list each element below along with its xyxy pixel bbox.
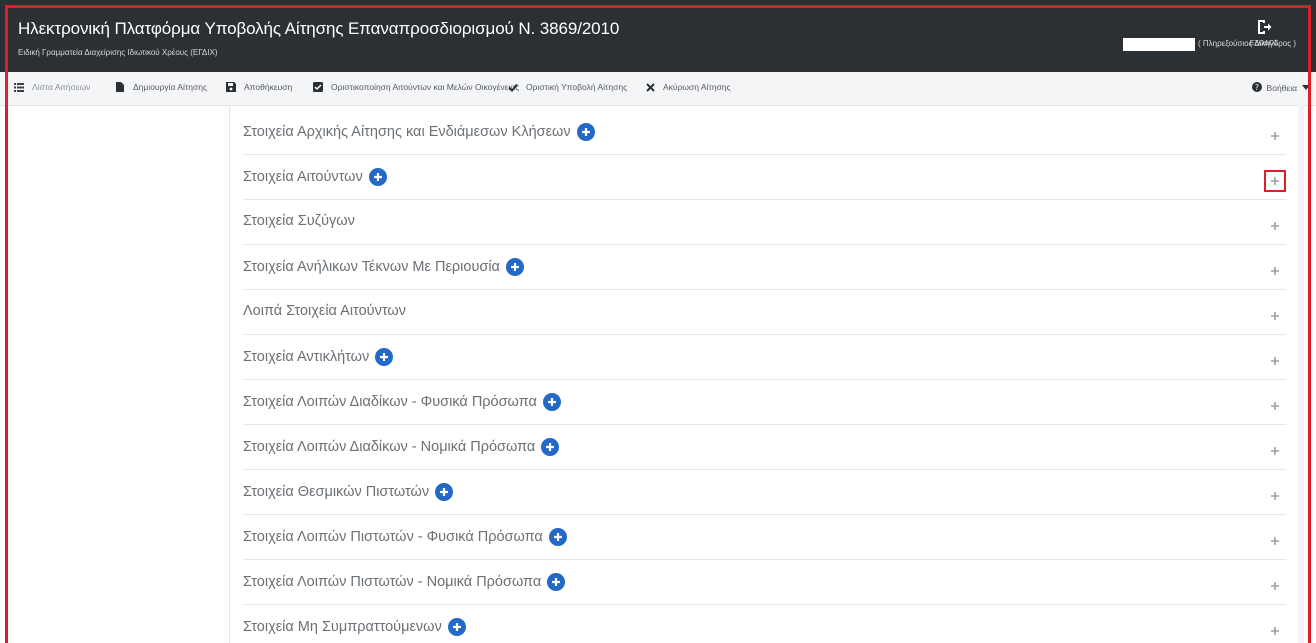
toolbar: Λίστα Αιτήσεων Δημιουργία Αίτησης Αποθήκ… (0, 72, 1316, 106)
add-circle-icon[interactable] (548, 528, 567, 546)
left-panel-divider (229, 105, 230, 643)
help-dropdown[interactable]: ? Βοήθεια (1251, 82, 1310, 94)
section-row[interactable]: Στοιχεία Λοιπών Διαδίκων - Φυσικά Πρόσωπ… (243, 379, 1286, 425)
question-circle-icon: ? (1251, 82, 1262, 94)
check-square-icon (313, 82, 323, 92)
section-title: Στοιχεία Λοιπών Πιστωτών - Φυσικά Πρόσωπ… (243, 529, 543, 545)
section-title: Στοιχεία Θεσμικών Πιστωτών (243, 484, 430, 500)
check-icon (508, 82, 518, 92)
toolbar-label: Ακύρωση Αίτησης (663, 82, 731, 92)
section-title: Στοιχεία Ανήλικων Τέκνων Με Περιουσία (243, 259, 500, 275)
expand-plus-icon[interactable] (1268, 264, 1282, 278)
section-row[interactable]: Στοιχεία Αιτούντων (243, 154, 1286, 200)
app-title: Ηλεκτρονική Πλατφόρμα Υποβολής Αίτησης Ε… (18, 19, 620, 38)
add-circle-icon[interactable] (447, 618, 466, 636)
section-row[interactable]: Στοιχεία Λοιπών Πιστωτών - Φυσικά Πρόσωπ… (243, 514, 1286, 560)
toolbar-label: Λίστα Αιτήσεων (32, 82, 91, 92)
section-title: Στοιχεία Αρχικής Αίτησης και Ενδιάμεσων … (243, 124, 571, 140)
section-title: Στοιχεία Λοιπών Πιστωτών - Νομικά Πρόσωπ… (243, 574, 542, 590)
section-title: Στοιχεία Αντικλήτων (243, 349, 370, 365)
expand-plus-icon[interactable] (1268, 399, 1282, 413)
toolbar-create-application[interactable]: Δημιουργία Αίτησης (115, 82, 207, 92)
toolbar-finalize-applicants[interactable]: Οριστικοποίηση Αιτούντων και Μελών Οικογ… (313, 82, 519, 92)
toolbar-label: Οριστικοποίηση Αιτούντων και Μελών Οικογ… (331, 82, 520, 92)
expand-plus-icon[interactable] (1268, 579, 1282, 593)
section-row[interactable]: Στοιχεία Αρχικής Αίτησης και Ενδιάμεσων … (243, 109, 1286, 155)
expand-plus-icon[interactable] (1268, 444, 1282, 458)
expand-plus-icon[interactable] (1268, 489, 1282, 503)
redacted-username (1123, 38, 1195, 51)
expand-plus-icon[interactable] (1268, 534, 1282, 548)
section-row[interactable]: Στοιχεία Θεσμικών Πιστωτών (243, 469, 1286, 515)
expand-plus-icon[interactable] (1268, 129, 1282, 143)
add-circle-icon[interactable] (541, 438, 560, 456)
toolbar-cancel-application[interactable]: Ακύρωση Αίτησης (645, 82, 731, 92)
times-icon (645, 82, 655, 92)
section-title: Λοιπά Στοιχεία Αιτούντων (243, 303, 406, 319)
toolbar-application-list[interactable]: Λίστα Αιτήσεων (14, 82, 90, 92)
section-row[interactable]: Στοιχεία Ανήλικων Τέκνων Με Περιουσία (243, 244, 1286, 290)
sign-out-icon (1258, 20, 1272, 34)
logout-label: ΕΞΟΔΟΣ (1249, 40, 1279, 47)
section-row[interactable]: Στοιχεία Αντικλήτων (243, 334, 1286, 380)
expand-plus-icon[interactable] (1264, 170, 1286, 192)
expand-plus-icon[interactable] (1268, 624, 1282, 638)
add-circle-icon[interactable] (547, 573, 566, 591)
section-row[interactable]: Στοιχεία Λοιπών Πιστωτών - Νομικά Πρόσωπ… (243, 559, 1286, 605)
section-row[interactable]: Στοιχεία Συζύγων (243, 199, 1286, 245)
app-header: Ηλεκτρονική Πλατφόρμα Υποβολής Αίτησης Ε… (0, 0, 1316, 72)
logout-button[interactable]: ΕΞΟΔΟΣ (1242, 19, 1286, 59)
toolbar-save[interactable]: Αποθήκευση (226, 82, 292, 92)
list-icon (14, 82, 24, 92)
section-row[interactable]: Λοιπά Στοιχεία Αιτούντων (243, 289, 1286, 335)
add-circle-icon[interactable] (576, 123, 595, 141)
expand-plus-icon[interactable] (1268, 354, 1282, 368)
section-title: Στοιχεία Συζύγων (243, 213, 355, 229)
section-title: Στοιχεία Λοιπών Διαδίκων - Φυσικά Πρόσωπ… (243, 394, 537, 410)
section-title: Στοιχεία Αιτούντων (243, 169, 363, 185)
save-icon (226, 82, 236, 92)
file-icon (115, 82, 125, 92)
caret-down-icon (1302, 83, 1310, 93)
section-row[interactable]: Στοιχεία Λοιπών Διαδίκων - Νομικά Πρόσωπ… (243, 424, 1286, 470)
add-circle-icon[interactable] (542, 393, 561, 411)
add-circle-icon[interactable] (375, 348, 394, 366)
app-window: Ηλεκτρονική Πλατφόρμα Υποβολής Αίτησης Ε… (0, 0, 1316, 643)
add-circle-icon[interactable] (505, 258, 524, 276)
expand-plus-icon[interactable] (1268, 219, 1282, 233)
section-title: Στοιχεία Μη Συμπραττούμενων (243, 619, 442, 635)
add-circle-icon[interactable] (435, 483, 454, 501)
toolbar-final-submission[interactable]: Οριστική Υποβολή Αίτησης (508, 82, 627, 92)
toolbar-label: Οριστική Υποβολή Αίτησης (526, 82, 628, 92)
app-subtitle: Ειδική Γραμματεία Διαχείρισης Ιδιωτικού … (18, 48, 218, 57)
scrollbar-track[interactable] (1298, 105, 1304, 643)
toolbar-label: Δημιουργία Αίτησης (133, 82, 208, 92)
section-row[interactable]: Στοιχεία Μη Συμπραττούμενων (243, 604, 1286, 643)
section-title: Στοιχεία Λοιπών Διαδίκων - Νομικά Πρόσωπ… (243, 439, 536, 455)
add-circle-icon[interactable] (368, 168, 387, 186)
svg-text:?: ? (1254, 83, 1258, 92)
expand-plus-icon[interactable] (1268, 309, 1282, 323)
toolbar-label: Αποθήκευση (244, 82, 293, 92)
help-label: Βοήθεια (1266, 83, 1297, 93)
